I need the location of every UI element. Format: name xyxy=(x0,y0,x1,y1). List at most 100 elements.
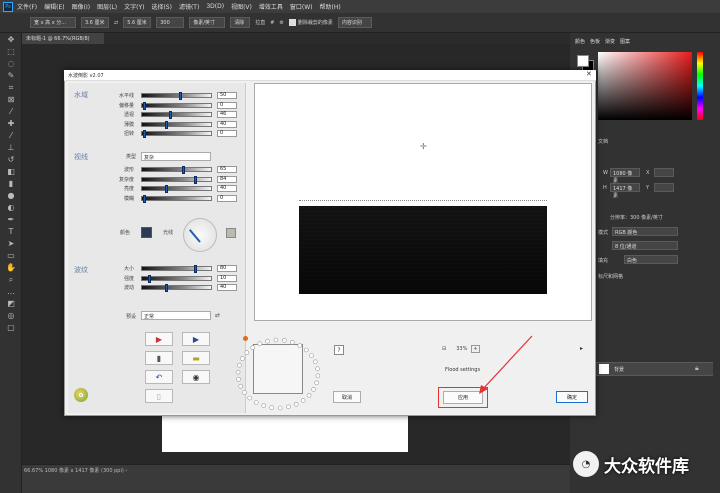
marquee-tool-icon[interactable]: ⬚ xyxy=(4,48,18,56)
gradient-tool-icon[interactable]: ▮ xyxy=(4,180,18,188)
brush-tool-icon[interactable]: ⁄ xyxy=(4,132,18,140)
hue-slider[interactable] xyxy=(697,52,703,120)
slider-knob[interactable] xyxy=(169,111,172,119)
view-type-select[interactable]: 复杂 xyxy=(141,152,211,161)
ring-dot[interactable] xyxy=(238,383,243,389)
menu-3d[interactable]: 3D(D) xyxy=(206,3,224,10)
ratio-select[interactable]: 宽 x 高 x 分... xyxy=(30,17,76,28)
load-preset-button[interactable]: ▬ xyxy=(182,351,210,365)
bits-select[interactable]: 8 位/通道 xyxy=(612,241,678,250)
gear-icon[interactable]: ⚙ xyxy=(279,20,283,26)
ring-dot[interactable] xyxy=(286,404,291,410)
shape-tool-icon[interactable]: ▭ xyxy=(4,252,18,260)
hand-tool-icon[interactable]: ✋ xyxy=(4,264,18,272)
foreground-color-swatch[interactable] xyxy=(577,55,589,67)
blur-tool-icon[interactable]: ● xyxy=(4,192,18,200)
quick-select-tool-icon[interactable]: ✎ xyxy=(4,72,18,80)
preset-select[interactable]: 正常 xyxy=(141,311,211,320)
slider-knob[interactable] xyxy=(182,166,185,174)
slider-knob[interactable] xyxy=(148,274,151,283)
undo-button[interactable]: ↶ xyxy=(145,370,173,384)
crop-tool-icon[interactable]: ⌗ xyxy=(4,84,18,92)
document-tab[interactable]: 未标题-1 @ 66.7%(RGB/8) xyxy=(22,33,104,44)
ring-marker-icon[interactable] xyxy=(243,336,248,341)
view-value-input[interactable]: 65 xyxy=(217,166,237,173)
random-button[interactable]: ◉ xyxy=(182,370,210,384)
height-input[interactable]: 5.6 厘米 xyxy=(123,17,152,28)
light-color-swatch[interactable] xyxy=(226,228,236,238)
ring-dot[interactable] xyxy=(247,395,253,401)
view-slider[interactable] xyxy=(141,175,212,184)
ripple-slider[interactable] xyxy=(141,274,212,283)
ring-dot[interactable] xyxy=(306,393,312,398)
menu-file[interactable]: 文件(F) xyxy=(17,2,37,11)
close-icon[interactable]: ✕ xyxy=(586,70,592,78)
ring-dot[interactable] xyxy=(244,350,250,355)
play-blue-button[interactable]: ▶ xyxy=(182,332,210,346)
slider-knob[interactable] xyxy=(194,175,197,184)
fill-select[interactable]: 白色 xyxy=(624,255,678,264)
ripple-slider[interactable] xyxy=(141,265,212,273)
water-value-input[interactable]: 0 xyxy=(217,130,237,137)
ring-dot[interactable] xyxy=(261,403,267,408)
menu-filter[interactable]: 滤镜(T) xyxy=(179,2,199,11)
move-tool-icon[interactable]: ✥ xyxy=(4,36,18,44)
view-slider[interactable] xyxy=(141,166,212,174)
view-value-input[interactable]: 40 xyxy=(217,185,237,192)
path-select-tool-icon[interactable]: ➤ xyxy=(4,240,18,248)
frame-tool-icon[interactable]: ⊠ xyxy=(4,96,18,104)
dodge-tool-icon[interactable]: ◐ xyxy=(4,204,18,212)
clear-button[interactable]: 清除 xyxy=(230,17,251,28)
water-slider[interactable] xyxy=(141,92,212,100)
menu-view[interactable]: 视图(V) xyxy=(231,2,252,11)
color-picker-field[interactable] xyxy=(598,52,692,120)
ring-dot[interactable] xyxy=(269,405,275,410)
tab-color[interactable]: 颜色 xyxy=(575,38,585,45)
menu-edit[interactable]: 编辑(E) xyxy=(44,2,64,11)
ring-dot[interactable] xyxy=(236,376,241,382)
type-tool-icon[interactable]: T xyxy=(4,228,18,236)
slider-knob[interactable] xyxy=(143,130,146,138)
ring-dot[interactable] xyxy=(315,373,321,379)
w-input[interactable]: 1080 像素 xyxy=(610,168,640,184)
tab-gradients[interactable]: 渐变 xyxy=(605,38,615,45)
eraser-tool-icon[interactable]: ◧ xyxy=(4,168,18,176)
unit-select[interactable]: 像素/英寸 xyxy=(189,17,226,28)
menu-layer[interactable]: 图层(L) xyxy=(97,2,117,11)
width-input[interactable]: 3.6 厘米 xyxy=(81,17,109,28)
water-color-swatch[interactable] xyxy=(141,227,152,238)
ring-dot[interactable] xyxy=(311,387,316,392)
help-button[interactable]: ? xyxy=(334,345,344,355)
ring-dot[interactable] xyxy=(289,340,295,345)
ring-dot[interactable] xyxy=(277,405,283,411)
ring-dot[interactable] xyxy=(313,359,318,365)
menu-window[interactable]: 窗口(W) xyxy=(290,2,313,11)
ripple-value-input[interactable]: 80 xyxy=(217,265,237,272)
zoom-tool-icon[interactable]: ⌕ xyxy=(4,276,18,284)
tab-swatches[interactable]: 色板 xyxy=(590,38,600,45)
reset-button[interactable]: ▯ xyxy=(145,389,173,403)
pen-tool-icon[interactable]: ✒ xyxy=(4,216,18,224)
quick-mask-icon[interactable]: ◎ xyxy=(4,312,18,320)
more-tools-icon[interactable]: … xyxy=(4,288,18,296)
swap-icon[interactable]: ⇄ xyxy=(114,20,118,26)
ring-dot[interactable] xyxy=(273,337,279,343)
view-value-input[interactable]: 84 xyxy=(217,175,237,183)
slider-knob[interactable] xyxy=(179,92,182,100)
ring-dot[interactable] xyxy=(309,353,314,358)
ring-dot[interactable] xyxy=(250,345,256,350)
ring-dot[interactable] xyxy=(240,356,245,361)
ring-dot[interactable] xyxy=(315,366,320,372)
y-input[interactable] xyxy=(654,183,674,192)
ring-dot[interactable] xyxy=(300,398,306,403)
stamp-tool-icon[interactable]: ⊥ xyxy=(4,144,18,152)
water-slider[interactable] xyxy=(141,111,212,119)
tab-patterns[interactable]: 图案 xyxy=(620,38,630,45)
slider-knob[interactable] xyxy=(194,265,197,273)
menu-image[interactable]: 图像(I) xyxy=(72,2,90,11)
water-value-input[interactable]: 50 xyxy=(217,92,237,99)
screen-mode-icon[interactable]: ▢ xyxy=(4,324,18,332)
water-slider[interactable] xyxy=(141,101,212,110)
slider-knob[interactable] xyxy=(165,120,168,129)
dialog-titlebar[interactable] xyxy=(64,70,596,81)
